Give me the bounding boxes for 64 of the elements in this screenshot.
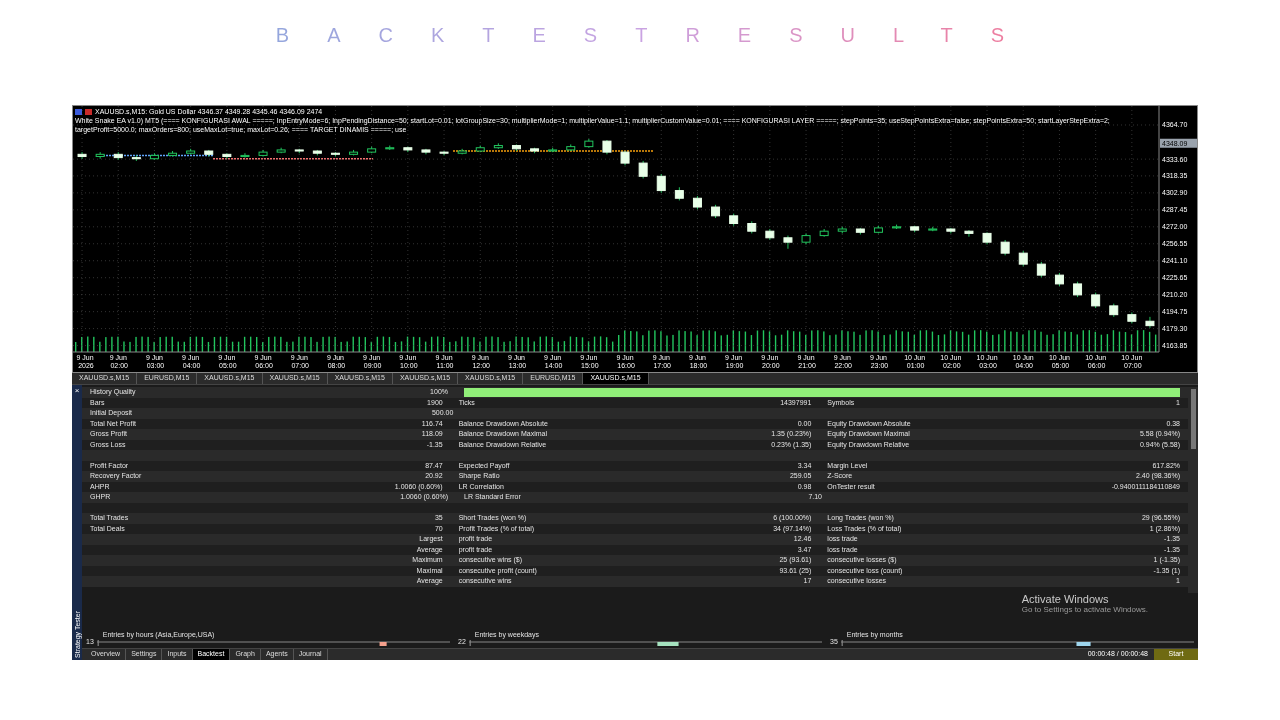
candle <box>801 232 811 245</box>
candle <box>149 152 159 161</box>
activation-hint: Go to Settings to activate Windows. <box>1021 605 1148 614</box>
candle <box>819 228 829 238</box>
candle <box>131 154 141 162</box>
candle <box>95 151 105 160</box>
candle <box>330 151 340 157</box>
candle <box>692 195 702 210</box>
scrollbar[interactable] <box>1188 387 1198 593</box>
candle <box>1145 316 1155 329</box>
candle <box>186 148 196 155</box>
candle <box>530 147 540 154</box>
candle <box>873 225 883 234</box>
candle <box>1091 292 1101 309</box>
candle <box>1127 311 1137 324</box>
candle <box>367 146 377 154</box>
candle <box>1000 239 1010 256</box>
candle <box>204 149 214 157</box>
candle <box>946 227 956 234</box>
candle <box>855 227 865 235</box>
candle <box>674 186 684 201</box>
candle <box>602 139 612 155</box>
candle <box>439 150 449 156</box>
candle <box>77 151 87 160</box>
candle <box>475 145 485 153</box>
candle <box>294 148 304 154</box>
close-button[interactable]: × <box>74 387 80 395</box>
candle <box>349 149 359 156</box>
candle <box>258 149 268 157</box>
candle <box>729 213 739 227</box>
candle <box>1073 281 1083 298</box>
candle <box>711 204 721 219</box>
candle <box>1054 272 1064 287</box>
candle <box>1018 250 1028 267</box>
candle <box>1036 261 1046 278</box>
candle <box>222 152 232 160</box>
candle <box>837 226 847 234</box>
candle <box>113 151 123 161</box>
candle <box>168 150 178 157</box>
candle <box>910 225 920 233</box>
candle <box>548 147 558 153</box>
candle <box>783 235 793 250</box>
candle <box>584 138 594 149</box>
activation-title: Activate Windows <box>1021 593 1110 605</box>
candle <box>457 148 467 155</box>
candle <box>928 226 938 232</box>
candle <box>620 150 630 166</box>
candle <box>765 228 775 241</box>
candle <box>403 146 413 153</box>
candle <box>892 224 902 230</box>
candle <box>276 147 286 154</box>
candle <box>240 152 250 159</box>
candle <box>312 149 322 156</box>
candle <box>964 229 974 238</box>
candle <box>747 220 757 234</box>
candle <box>421 148 431 155</box>
candle <box>385 145 395 151</box>
candle <box>511 143 521 152</box>
candle <box>638 160 648 179</box>
candle <box>1109 303 1119 318</box>
candle <box>656 173 666 194</box>
candle <box>982 231 992 245</box>
candle <box>566 143 576 152</box>
candle <box>493 142 503 150</box>
